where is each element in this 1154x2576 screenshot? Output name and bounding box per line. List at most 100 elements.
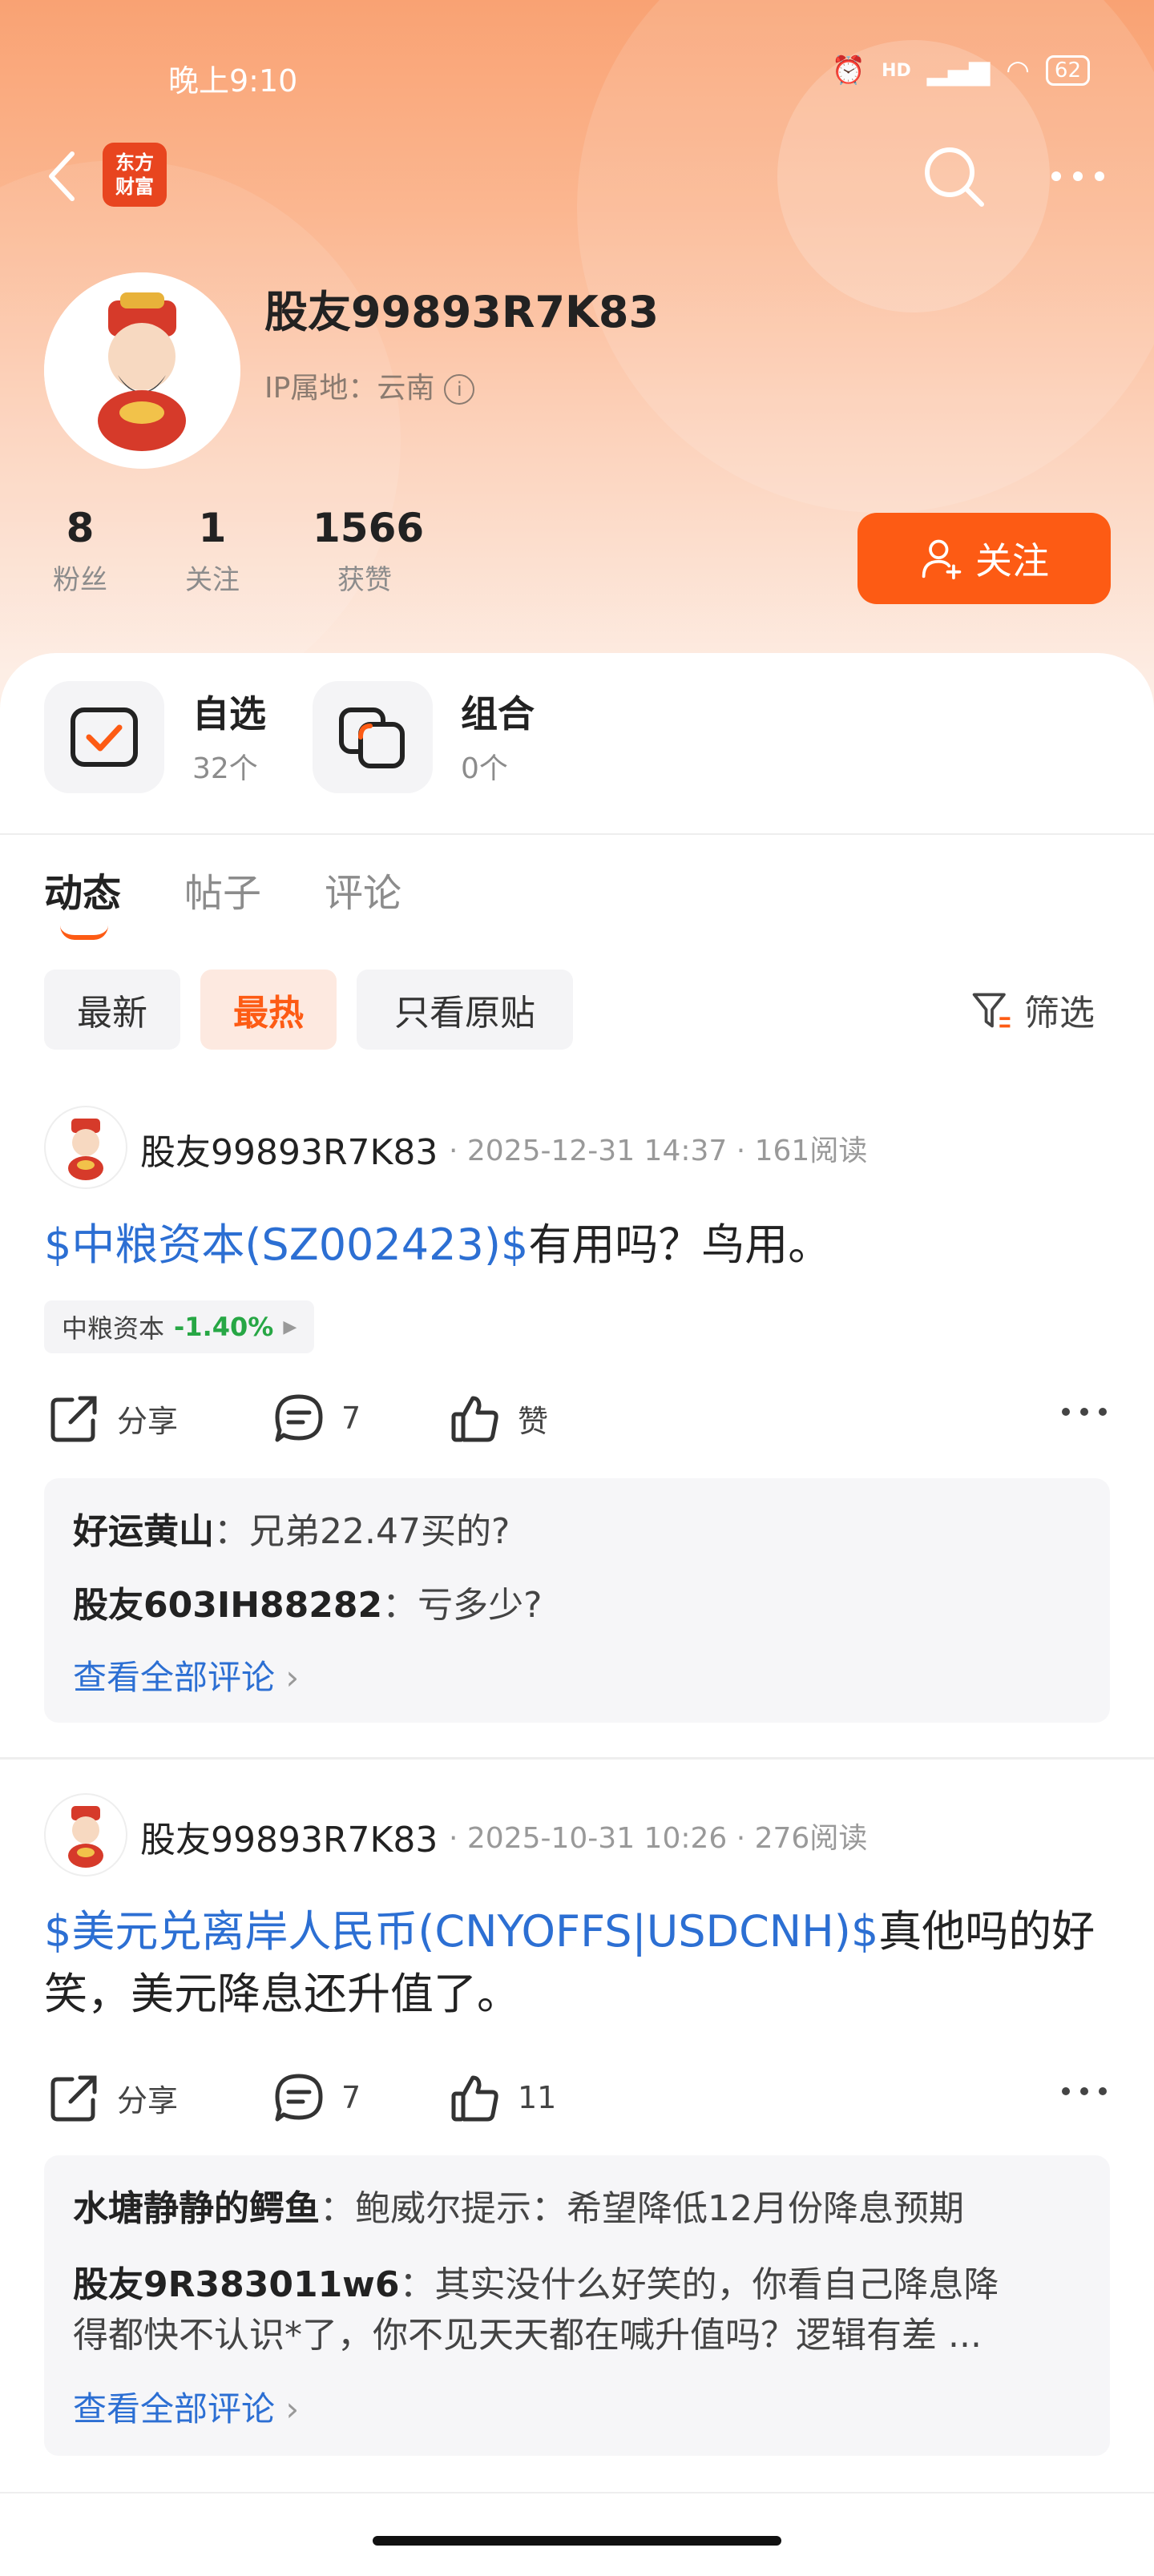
- back-arrow-icon: [49, 151, 75, 201]
- comment-item: 股友9R383011w6：其实没什么好笑的，你看自己降息降: [73, 2264, 999, 2305]
- filter-original-only[interactable]: 只看原贴: [357, 970, 573, 1050]
- home-indicator[interactable]: [373, 2536, 781, 2546]
- status-time: 晚上9:10: [168, 63, 298, 99]
- share-icon: [50, 2075, 97, 2122]
- post-meta: · 2025-12-31 14:37 · 161阅读: [449, 1135, 868, 1167]
- watchlist-icon: [44, 681, 164, 793]
- like-label: 赞: [518, 1403, 549, 1439]
- post-content[interactable]: $中粮资本(SZ002423)$有用吗？鸟用。: [44, 1214, 1110, 1276]
- signal-icon: HD: [882, 60, 911, 81]
- add-user-icon: [922, 539, 962, 580]
- view-all-label: 查看全部评论: [73, 1658, 276, 1697]
- tab-indicator: [60, 925, 108, 940]
- stock-link[interactable]: $美元兑离岸人民币(CNYOFFS|USDCNH)$: [44, 1906, 878, 1957]
- filter-hottest[interactable]: 最热: [200, 970, 337, 1050]
- caishen-avatar-icon: [68, 1119, 103, 1180]
- post-more-button[interactable]: [1058, 1396, 1111, 1436]
- comment-user[interactable]: 股友603IH88282: [73, 1585, 382, 1626]
- comment-user[interactable]: 水塘静静的鳄鱼: [73, 2188, 320, 2229]
- comment-text-continued: 得都快不认识*了，你不见天天都在喊升值吗？逻辑有差 ...: [73, 2315, 982, 2356]
- portfolio-count: 0个: [461, 752, 508, 785]
- comment-count: 7: [341, 1401, 361, 1436]
- like-button[interactable]: 赞: [449, 1392, 548, 1445]
- logo-text: 东方: [115, 151, 154, 174]
- post-author[interactable]: 股友99893R7K83: [140, 1811, 438, 1862]
- comment-preview[interactable]: 好运黄山：兄弟22.47买的? 股友603IH88282：亏多少? 查看全部评论…: [44, 1478, 1110, 1723]
- status-icons: ⏰ HD ▂▄▆ ◠ 62: [832, 54, 1090, 87]
- share-button[interactable]: 分享: [48, 2071, 178, 2124]
- post-content[interactable]: $美元兑离岸人民币(CNYOFFS|USDCNH)$真他吗的好笑，美元降息还升值…: [44, 1901, 1110, 2026]
- post-text: 有用吗？鸟用。: [528, 1219, 832, 1270]
- stat-label: 获赞: [337, 564, 392, 596]
- tab-posts[interactable]: 帖子: [184, 861, 261, 917]
- app-logo: 东方 财富: [103, 143, 167, 207]
- comment-text: 其实没什么好笑的，你看自己降息降: [434, 2264, 999, 2305]
- stat-likes[interactable]: 1566 获赞: [313, 505, 424, 597]
- follow-button[interactable]: 关注: [857, 513, 1111, 604]
- wifi-icon: ◠: [1006, 54, 1030, 87]
- more-button[interactable]: [1042, 140, 1114, 212]
- info-icon[interactable]: i: [444, 374, 475, 405]
- follow-label: 关注: [975, 539, 1049, 583]
- post-more-button[interactable]: [1058, 2075, 1111, 2115]
- thumbs-up-icon: [451, 1396, 498, 1442]
- divider: [0, 1757, 1154, 1760]
- stat-fans[interactable]: 8 粉丝: [44, 505, 116, 597]
- stat-following[interactable]: 1 关注: [176, 505, 248, 597]
- chevron-right-icon: ›: [285, 2389, 300, 2429]
- comment-user[interactable]: 股友9R383011w6: [73, 2264, 399, 2305]
- signal-bars-icon: ▂▄▆: [926, 54, 991, 87]
- comment-item: 好运黄山：兄弟22.47买的?: [73, 1511, 510, 1552]
- comment-text: 亏多少?: [418, 1585, 543, 1626]
- filter-button[interactable]: 筛选: [970, 978, 1095, 1042]
- view-all-comments-link[interactable]: 查看全部评论 ›: [73, 1651, 299, 1699]
- comment-button[interactable]: 7: [272, 2071, 361, 2124]
- stock-link[interactable]: $中粮资本(SZ002423)$: [44, 1219, 528, 1270]
- comment-user[interactable]: 好运黄山: [73, 1511, 214, 1552]
- stat-label: 关注: [185, 564, 240, 596]
- stat-label: 粉丝: [53, 564, 107, 596]
- caishen-avatar-icon: [44, 272, 240, 468]
- like-count: 11: [518, 2080, 557, 2115]
- avatar[interactable]: [44, 272, 240, 469]
- caishen-avatar-icon: [68, 1806, 103, 1868]
- filter-latest[interactable]: 最新: [44, 970, 180, 1050]
- comment-item: 水塘静静的鳄鱼：鲍威尔提示：希望降低12月份降息预期: [73, 2188, 964, 2229]
- profile-username: 股友99893R7K83: [264, 287, 660, 337]
- stat-value: 1: [198, 505, 227, 551]
- portfolio-icon: [313, 681, 433, 793]
- post-author[interactable]: 股友99893R7K83: [140, 1123, 438, 1175]
- tab-activity[interactable]: 动态: [44, 861, 122, 940]
- filter-icon: [972, 993, 1011, 1028]
- avatar[interactable]: [44, 1793, 127, 1877]
- comment-icon: [275, 1394, 323, 1442]
- comment-text: 鲍威尔提示：希望降低12月份降息预期: [355, 2188, 964, 2229]
- avatar[interactable]: [44, 1106, 127, 1189]
- search-button[interactable]: [918, 140, 990, 212]
- share-icon: [50, 1396, 97, 1442]
- tab-comments[interactable]: 评论: [325, 861, 401, 917]
- logo-text: 财富: [115, 175, 154, 198]
- share-button[interactable]: 分享: [48, 1392, 178, 1445]
- comment-icon: [275, 2074, 323, 2122]
- view-all-label: 查看全部评论: [73, 2389, 276, 2429]
- comment-item: 股友603IH88282：亏多少?: [73, 1585, 543, 1626]
- post-meta: · 2025-10-31 10:26 · 276阅读: [449, 1822, 868, 1855]
- stock-change: -1.40%: [174, 1312, 274, 1342]
- portfolio-title: 组合: [461, 692, 535, 736]
- comment-preview[interactable]: 水塘静静的鳄鱼：鲍威尔提示：希望降低12月份降息预期 股友9R383011w6：…: [44, 2155, 1110, 2456]
- like-button[interactable]: 11: [449, 2071, 556, 2124]
- comment-button[interactable]: 7: [272, 1392, 361, 1445]
- share-label: 分享: [117, 2082, 179, 2118]
- divider: [0, 2492, 1154, 2493]
- share-label: 分享: [117, 1403, 179, 1439]
- stock-quote-chip[interactable]: 中粮资本 -1.40% ▶: [44, 1300, 315, 1353]
- view-all-comments-link[interactable]: 查看全部评论 ›: [73, 2382, 299, 2431]
- comment-text: 兄弟22.47买的?: [249, 1511, 510, 1552]
- back-button[interactable]: [40, 144, 88, 208]
- stat-value: 8: [66, 505, 95, 551]
- battery-icon: 62: [1045, 55, 1090, 86]
- search-icon: [925, 147, 984, 207]
- tab-label: 动态: [44, 871, 122, 916]
- nav-bar: 东方 财富: [0, 136, 1154, 216]
